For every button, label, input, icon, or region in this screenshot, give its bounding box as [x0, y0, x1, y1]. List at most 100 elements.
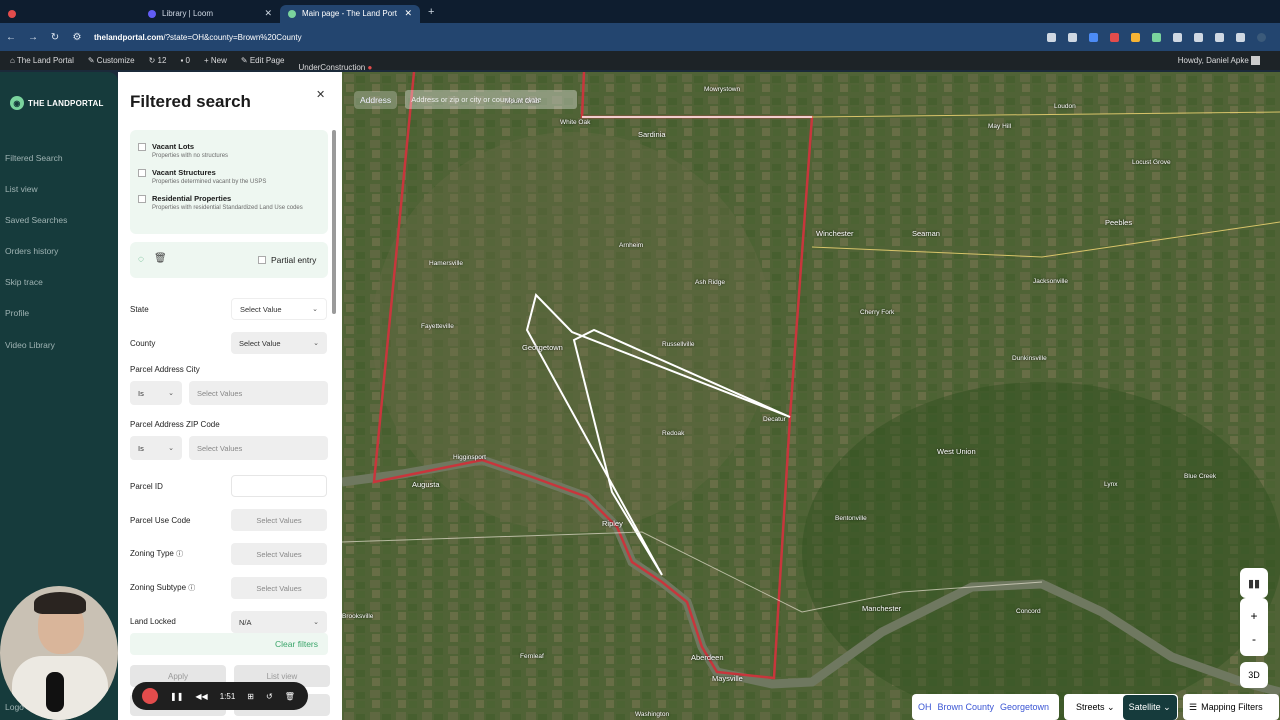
- checkbox[interactable]: [138, 169, 146, 177]
- zip-values-select[interactable]: Select Values: [189, 436, 328, 460]
- landportal-logo[interactable]: ◉ THE LANDPORTAL: [10, 96, 104, 110]
- checkbox-vacant-lots[interactable]: Vacant Lots Properties with no structures: [138, 142, 322, 160]
- sidebar-item-video-library[interactable]: Video Library: [5, 340, 55, 350]
- forward-icon[interactable]: →: [22, 32, 44, 43]
- breadcrumb-county[interactable]: Brown County: [938, 702, 995, 712]
- state-select[interactable]: Select Value ⌄: [231, 298, 327, 320]
- rewind-icon[interactable]: ◀◀: [195, 692, 207, 701]
- town-label: Mowrystown: [704, 86, 741, 93]
- zoning-type-select[interactable]: Select Values: [231, 543, 327, 565]
- ruler-icon[interactable]: ▮▮: [1248, 577, 1260, 590]
- bookmark-star-icon[interactable]: [1068, 32, 1077, 42]
- 3d-button[interactable]: 3D: [1240, 662, 1268, 688]
- city-values-select[interactable]: Select Values: [189, 381, 328, 405]
- close-tab-icon[interactable]: ✕: [264, 8, 272, 19]
- extension-icon[interactable]: [1131, 32, 1140, 42]
- town-label: Aberdeen: [691, 653, 724, 662]
- town-label: Seaman: [912, 229, 940, 238]
- grid-icon[interactable]: ⊞: [247, 692, 254, 701]
- parcel-id-label: Parcel ID: [130, 482, 163, 491]
- town-label: Lynx: [1104, 481, 1118, 488]
- close-icon[interactable]: ✕: [316, 88, 325, 101]
- back-icon[interactable]: ←: [0, 32, 22, 43]
- mapping-filters-button[interactable]: ☰ Mapping Filters: [1183, 694, 1279, 720]
- reload-icon[interactable]: ↻: [44, 32, 66, 43]
- map-canvas[interactable]: [342, 72, 1280, 720]
- breadcrumb-city[interactable]: Georgetown: [1000, 702, 1049, 712]
- new-tab-icon[interactable]: +: [428, 6, 434, 18]
- wp-construction-link[interactable]: UnderConstruction ●: [299, 63, 373, 72]
- url-field[interactable]: thelandportal.com/?state=OH&county=Brown…: [94, 33, 302, 42]
- location-breadcrumb: OH Brown County Georgetown: [912, 694, 1059, 720]
- parcel-id-input[interactable]: [231, 475, 327, 497]
- checkbox[interactable]: [138, 143, 146, 151]
- streets-button[interactable]: Streets ⌄: [1076, 702, 1115, 713]
- partial-entry-checkbox[interactable]: [258, 256, 266, 264]
- wp-howdy[interactable]: Howdy, Daniel Apke: [1178, 56, 1260, 66]
- use-code-placeholder: Select Values: [256, 515, 302, 525]
- site-info-icon[interactable]: ⚙: [66, 32, 88, 43]
- tab-loom[interactable]: Library | Loom ✕: [140, 5, 280, 23]
- checkbox-subtitle: Properties with no structures: [152, 153, 229, 159]
- panel-scrollbar[interactable]: [332, 130, 336, 314]
- satellite-button[interactable]: Satellite ⌄: [1122, 694, 1177, 720]
- checkbox[interactable]: [138, 195, 146, 203]
- recording-controls: ❚❚ ◀◀ 1:51 ⊞ ↺ 🗑: [132, 682, 308, 710]
- trash-icon[interactable]: 🗑: [285, 692, 295, 701]
- sidebar-item-list-view[interactable]: List view: [5, 184, 38, 194]
- save-search-icon[interactable]: ◌: [138, 254, 144, 265]
- satellite-map[interactable]: Address Address or zip or city or county…: [342, 72, 1280, 720]
- streets-label: Streets: [1076, 701, 1105, 712]
- use-code-select[interactable]: Select Values: [231, 509, 327, 531]
- restart-icon[interactable]: ↺: [266, 692, 273, 701]
- close-tab-icon[interactable]: ✕: [404, 8, 412, 19]
- tab-recording[interactable]: [0, 5, 140, 23]
- zoom-in-button[interactable]: +: [1250, 609, 1257, 623]
- extension-icon[interactable]: [1110, 32, 1119, 42]
- profile-avatar-icon[interactable]: [1257, 32, 1266, 42]
- cast-icon[interactable]: [1047, 32, 1056, 42]
- breadcrumb-state[interactable]: OH: [918, 702, 932, 712]
- sidebar-icon[interactable]: [1236, 32, 1245, 42]
- wp-site-link[interactable]: ⌂ The Land Portal: [10, 56, 74, 65]
- pause-icon[interactable]: ❚❚: [170, 692, 183, 701]
- info-icon[interactable]: ⓘ: [176, 551, 183, 558]
- wp-edit-link[interactable]: ✎ Edit Page: [241, 56, 285, 65]
- trash-icon[interactable]: 🗑: [154, 253, 167, 264]
- zoning-subtype-select[interactable]: Select Values: [231, 577, 327, 599]
- zoom-out-button[interactable]: -: [1252, 632, 1256, 646]
- address-input[interactable]: Address or zip or city or county or stat…: [405, 90, 578, 109]
- land-locked-select[interactable]: N/A ⌄: [231, 611, 327, 633]
- wp-customize-label: Customize: [96, 56, 135, 65]
- stop-recording-button[interactable]: [142, 688, 158, 704]
- sidebar-item-profile[interactable]: Profile: [5, 308, 29, 318]
- wp-comments-link[interactable]: ▪ 0: [180, 56, 190, 65]
- checkbox-title: Residential Properties: [152, 194, 232, 203]
- extension-icon[interactable]: [1089, 32, 1098, 42]
- town-label: Jacksonville: [1033, 278, 1069, 285]
- city-operator-select[interactable]: Is ⌄: [130, 381, 182, 405]
- map-draw-control[interactable]: ▮▮: [1240, 568, 1268, 598]
- sidebar-item-orders-history[interactable]: Orders history: [5, 246, 58, 256]
- tab-landportal[interactable]: Main page - The Land Port ✕: [280, 4, 420, 23]
- checkbox-vacant-structures[interactable]: Vacant Structures Properties determined v…: [138, 168, 322, 186]
- town-label: Dunkinsville: [1012, 355, 1047, 362]
- info-icon[interactable]: ⓘ: [188, 585, 195, 592]
- extension-icon[interactable]: [1173, 32, 1182, 42]
- download-icon[interactable]: [1215, 32, 1224, 42]
- sidebar-item-skip-trace[interactable]: Skip trace: [5, 277, 43, 287]
- county-select[interactable]: Select Value ⌄: [231, 332, 327, 354]
- wp-updates-link[interactable]: ↻ 12: [149, 56, 167, 65]
- extensions-puzzle-icon[interactable]: [1194, 32, 1203, 42]
- sidebar-item-saved-searches[interactable]: Saved Searches: [5, 215, 67, 225]
- extension-icon[interactable]: [1152, 32, 1161, 42]
- clear-filters-button[interactable]: Clear filters: [130, 633, 328, 655]
- checkbox-residential[interactable]: Residential Properties Properties with re…: [138, 194, 322, 212]
- zip-operator-select[interactable]: Is ⌄: [130, 436, 182, 460]
- address-label[interactable]: Address: [354, 90, 398, 109]
- sidebar-item-filtered-search[interactable]: Filtered Search: [5, 153, 63, 163]
- town-label: Russellville: [662, 341, 695, 348]
- wp-new-link[interactable]: + New: [204, 56, 227, 65]
- wp-customize-link[interactable]: ✎ Customize: [88, 56, 135, 65]
- zoning-type-placeholder: Select Values: [256, 549, 302, 559]
